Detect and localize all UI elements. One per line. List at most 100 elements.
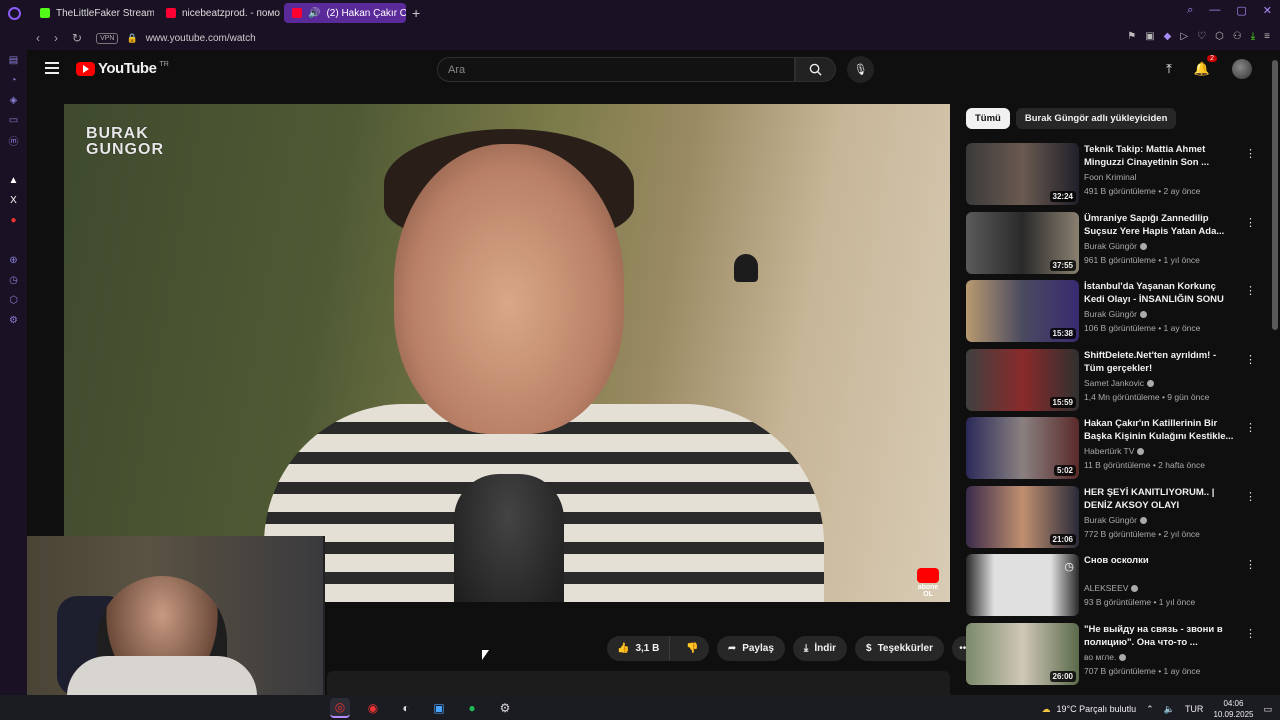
back-icon[interactable]: ‹ [36,31,40,45]
reload-icon[interactable]: ↻ [72,31,82,45]
kebab-menu-icon[interactable]: ⋮ [1245,147,1256,160]
forward-icon[interactable]: › [54,31,58,45]
settings-taskbar-icon[interactable]: ⚙ [495,698,515,718]
watch-later-icon[interactable]: ◷ [1064,560,1074,573]
recommendation-item[interactable]: 5:02 Hakan Çakır'ın Katillerinin Bir Başk… [966,417,1266,486]
volume-icon[interactable]: 🔈 [1164,704,1175,715]
channel-name[interactable]: Habertürk TV [1084,446,1234,456]
video-title[interactable]: "Не выйду на связь - звони в полицию". О… [1084,623,1234,649]
recommendation-item[interactable]: 15:38 İstanbul'da Yaşanan Korkunç Kedi Ol… [966,280,1266,349]
video-thumbnail[interactable]: ◷ [966,554,1079,616]
video-title[interactable]: ShiftDelete.Net'ten ayrıldım! - Tüm gerç… [1084,349,1234,375]
aria-icon[interactable]: ▤ [8,54,20,66]
weather-widget[interactable]: ☁ 19°C Parçalı bulutlu [1042,704,1137,715]
download-icon[interactable]: ⤓ [1251,31,1255,42]
pin-app-taskbar-icon[interactable]: ◉ [363,698,383,718]
settings-icon[interactable]: ⚙ [8,314,20,326]
heart-icon[interactable]: ♡ [1197,31,1206,42]
recommendation-item[interactable]: 15:59 ShiftDelete.Net'ten ayrıldım! - Tüm… [966,348,1266,418]
chat-icon[interactable]: ▭ [8,114,20,126]
video-thumbnail[interactable]: 21:06 [966,485,1079,548]
recommendation-item[interactable]: ◷ Снов осколки ALEKSEEV 93 B görüntüleme • … [966,554,1266,623]
browser-tab-nicebeatz[interactable]: nicebeatzprod. - помоги [158,3,280,23]
share-button[interactable]: ➦ Paylaş [716,636,785,661]
kebab-menu-icon[interactable]: ⋮ [1245,284,1256,297]
clock[interactable]: 04:06 10.09.2025 [1213,698,1253,720]
search-tabs-icon[interactable]: ⌕ [1187,4,1193,17]
video-title[interactable]: Снов осколки [1084,554,1234,580]
bookmark-icon[interactable]: ⚑ [1127,31,1136,42]
channel-name[interactable]: Samet Jankovic [1084,378,1234,388]
channel-name[interactable]: Burak Güngör [1084,515,1234,525]
create-upload-icon[interactable]: ⤒ [1166,61,1172,77]
notification-center-icon[interactable]: ▭ [1263,704,1272,715]
profile-icon[interactable]: ⚇ [1233,31,1242,42]
video-player[interactable]: BURAK GUNGOR abone OL [64,104,950,602]
kebab-menu-icon[interactable]: ⋮ [1245,216,1256,229]
thanks-button[interactable]: $ Teşekkürler [855,636,944,661]
channel-name[interactable]: ALEKSEEV [1084,583,1234,593]
description-bar[interactable] [327,671,950,695]
like-button[interactable]: 👍 3,1 B [607,636,671,661]
record-icon[interactable]: ● [8,214,20,226]
youtube-logo[interactable]: YouTube TR [76,60,169,77]
input-language[interactable]: TUR [1185,704,1204,714]
file-explorer-taskbar-icon[interactable]: ▣ [429,698,449,718]
recommendation-item[interactable]: 37:55 Ümraniye Sapığı Zannedilip Suçsuz Y… [966,211,1266,281]
url-field[interactable]: www.youtube.com/watch [146,33,256,44]
video-thumbnail[interactable]: 32:24 [966,143,1079,205]
maximize-icon[interactable]: ▢ [1236,4,1246,17]
browser-tab-kick[interactable]: TheLittleFaker Stream - W [32,3,154,23]
account-avatar[interactable] [1232,59,1252,79]
video-thumbnail[interactable]: 15:59 [966,348,1079,411]
aria-ai-icon[interactable]: ▲ [8,174,20,186]
subscribe-watermark-button[interactable]: abone OL [914,568,942,598]
search-input[interactable]: Ara [437,57,795,82]
extensions-sidebar-icon[interactable]: ⬡ [8,294,20,306]
history-icon[interactable]: ◷ [8,274,20,286]
kebab-menu-icon[interactable]: ⋮ [1245,627,1256,640]
menu-icon[interactable]: ≡ [1264,31,1270,42]
extension-shield-icon[interactable]: ◆ [1164,31,1172,42]
kebab-menu-icon[interactable]: ⋮ [1245,353,1256,366]
recommendation-item[interactable]: 32:24 Teknik Takip: Mattia Ahmet Minguzzi… [966,143,1266,212]
video-title[interactable]: İstanbul'da Yaşanan Korkunç Kedi Olayı -… [1084,280,1234,306]
close-icon[interactable]: ✕ [1263,4,1272,17]
kebab-menu-icon[interactable]: ⋮ [1245,558,1256,571]
kebab-menu-icon[interactable]: ⋮ [1245,421,1256,434]
spotify-taskbar-icon[interactable]: ● [462,698,482,718]
add-icon[interactable]: ⊕ [8,254,20,266]
video-thumbnail[interactable]: 5:02 [966,417,1079,479]
recommendation-item[interactable]: 21:06 HER ŞEYİ KANITLIYORUM.. | DENİZ AKS… [966,485,1266,555]
x-twitter-icon[interactable]: X [8,194,20,206]
scrollbar-thumb[interactable] [1272,60,1278,330]
workspace-icon[interactable]: ◈ [8,94,20,106]
tray-chevron-icon[interactable]: ⌃ [1146,704,1154,715]
vpn-badge[interactable]: VPN [96,32,119,44]
kebab-menu-icon[interactable]: ⋮ [1245,490,1256,503]
video-thumbnail[interactable]: 37:55 [966,211,1079,274]
new-tab-button[interactable]: + [412,5,420,21]
minimize-icon[interactable]: — [1209,4,1220,17]
video-title[interactable]: Teknik Takip: Mattia Ahmet Minguzzi Cina… [1084,143,1234,169]
speed-dial-icon[interactable]: ◔ [8,74,20,86]
speaker-icon[interactable]: 🔊 [308,8,320,19]
search-button[interactable] [795,57,836,82]
notifications-bell-icon[interactable]: 🔔 2 [1194,55,1217,77]
lock-icon[interactable]: 🔒 [126,33,137,44]
recommendation-item[interactable]: 26:00 "Не выйду на связь - звони в полици… [966,622,1266,692]
opera-logo-icon[interactable] [0,0,28,26]
video-thumbnail[interactable]: 26:00 [966,622,1079,685]
snapshot-icon[interactable]: ▣ [1145,31,1154,42]
download-button[interactable]: ⤓ İndir [792,636,847,661]
video-title[interactable]: HER ŞEYİ KANITLIYORUM.. | DENİZ AKSOY OL… [1084,486,1234,512]
browser-tab-active[interactable]: 🔊 (2) Hakan Çakır Olayı [284,3,406,23]
channel-name[interactable]: Burak Güngör [1084,241,1234,251]
channel-name[interactable]: во мгле. [1084,652,1234,662]
opera-gx-taskbar-icon[interactable]: ◎ [330,698,350,718]
obs-taskbar-icon[interactable]: ◐ [396,698,416,718]
video-title[interactable]: Hakan Çakır'ın Katillerinin Bir Başka Ki… [1084,417,1234,443]
page-scrollbar[interactable] [1272,50,1278,695]
video-thumbnail[interactable]: 15:38 [966,280,1079,342]
video-title[interactable]: Ümraniye Sapığı Zannedilip Suçsuz Yere H… [1084,212,1234,238]
